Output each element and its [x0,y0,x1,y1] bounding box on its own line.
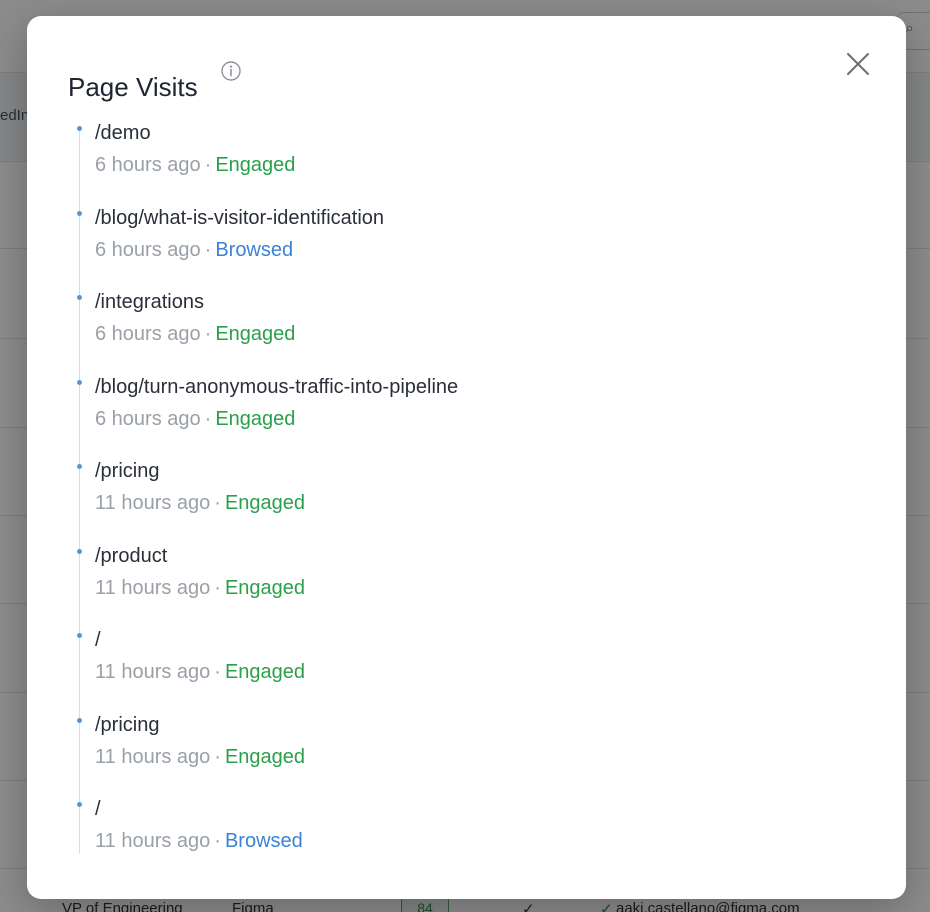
visit-time: 11 hours ago [95,661,211,683]
timeline-dot [77,633,82,638]
visit-status: Engaged [215,323,296,345]
modal-title: Page Visits [68,72,198,102]
visit-time: 6 hours ago [95,154,201,176]
visit-path-link[interactable]: /blog/turn-anonymous-traffic-into-pipeli… [95,374,458,400]
timeline-dot [77,717,82,723]
visit-item: /product 11 hours ago · Engaged [69,543,849,623]
visit-status: Engaged [215,154,296,176]
timeline-dot [77,464,82,469]
visit-time: 6 hours ago [95,323,201,345]
visit-path-link[interactable]: /demo [95,120,151,146]
visit-meta: 11 hours ago · Engaged [95,575,305,601]
page-visits-modal: Page Visits /demo 6 hours ago · Engaged /b… [27,16,906,899]
visit-meta: 6 hours ago · Browsed [95,237,293,263]
visit-item: /blog/what-is-visitor-identification 6 h… [69,205,849,285]
visit-item: /integrations 6 hours ago · Engaged [69,289,849,369]
visit-time: 11 hours ago [95,745,211,768]
visit-meta: 11 hours ago · Engaged [95,490,305,516]
visit-path-link[interactable]: /pricing [95,712,159,738]
visit-path-link[interactable]: /integrations [95,289,204,315]
visit-time: 11 hours ago [95,492,211,514]
visit-status: Engaged [224,576,306,599]
visit-separator: · [214,661,221,683]
visit-time: 11 hours ago [95,830,211,852]
visit-meta: 6 hours ago · Engaged [95,152,295,178]
visit-separator: · [214,745,221,768]
visit-time: 6 hours ago [95,238,201,261]
visit-separator: · [214,830,221,852]
visit-path-link[interactable]: / [95,796,101,822]
visit-time: 6 hours ago [95,407,201,430]
visit-path-link[interactable]: / [95,627,101,653]
timeline-dot [77,295,82,300]
visit-meta: 6 hours ago · Engaged [95,406,295,432]
visit-separator: · [204,154,212,176]
visit-status: Engaged [215,407,296,430]
timeline-dot [77,379,82,385]
visit-path-link[interactable]: /pricing [95,458,159,484]
visit-status: Engaged [224,661,306,683]
visit-item: / 11 hours ago · Browsed [69,796,849,876]
visit-separator: · [214,492,221,514]
visit-item: /pricing 11 hours ago · Engaged [69,712,849,792]
visits-timeline: /demo 6 hours ago · Engaged /blog/what-is-… [69,120,859,860]
visit-separator: · [214,576,221,599]
visit-separator: · [204,407,212,430]
visit-item: /blog/turn-anonymous-traffic-into-pipeli… [69,374,849,454]
visit-meta: 6 hours ago · Engaged [95,321,295,347]
visit-item: /pricing 11 hours ago · Engaged [69,458,849,538]
visit-status: Browsed [224,830,303,852]
close-icon [847,53,869,75]
close-button[interactable] [842,48,874,80]
visit-path-link[interactable]: /product [95,543,167,569]
visit-separator: · [204,238,212,261]
info-icon[interactable] [221,61,241,81]
visit-status: Engaged [224,745,306,768]
visit-time: 11 hours ago [95,576,211,599]
visit-status: Engaged [224,492,306,514]
timeline-dot [77,126,82,131]
timeline-dot [77,210,82,216]
timeline-dot [77,802,82,807]
visit-status: Browsed [215,238,294,261]
visit-item: / 11 hours ago · Engaged [69,627,849,707]
visit-meta: 11 hours ago · Engaged [95,659,305,685]
visit-separator: · [204,323,212,345]
visit-path-link[interactable]: /blog/what-is-visitor-identification [95,205,384,231]
timeline-dot [77,548,82,554]
visit-item: /demo 6 hours ago · Engaged [69,120,849,200]
visit-meta: 11 hours ago · Browsed [95,828,303,854]
visit-meta: 11 hours ago · Engaged [95,744,305,770]
